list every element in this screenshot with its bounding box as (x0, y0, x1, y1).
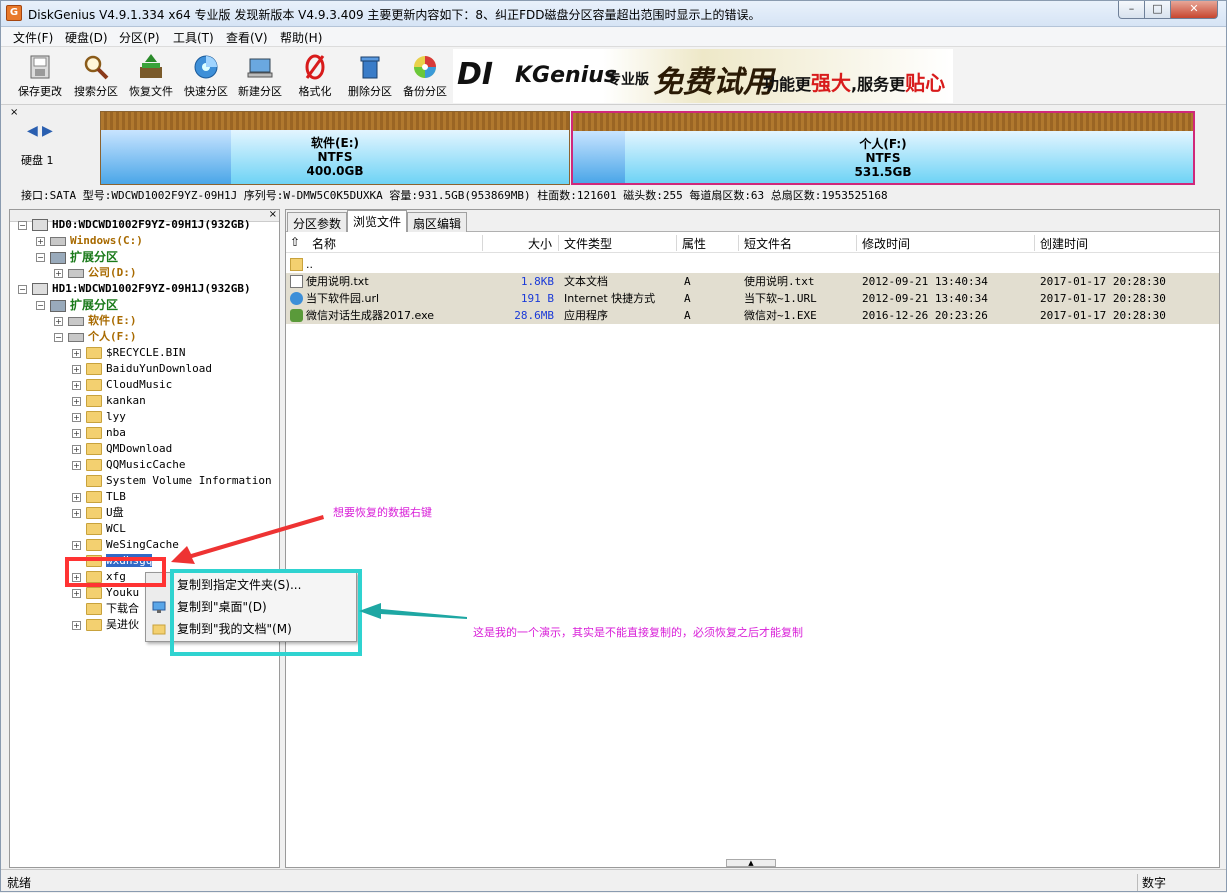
cyan-arrow (359, 603, 467, 619)
red-arrow (171, 515, 324, 564)
annotation-note-1: 想要恢复的数据右键 (333, 506, 432, 519)
app-window: G DiskGenius V4.9.1.334 x64 专业版 发现新版本 V4… (0, 0, 1227, 892)
annotation-arrows (171, 515, 467, 619)
annotation-note-2: 这是我的一个演示，其实是不能直接复制的，必须恢复之后才能复制 (473, 626, 803, 639)
